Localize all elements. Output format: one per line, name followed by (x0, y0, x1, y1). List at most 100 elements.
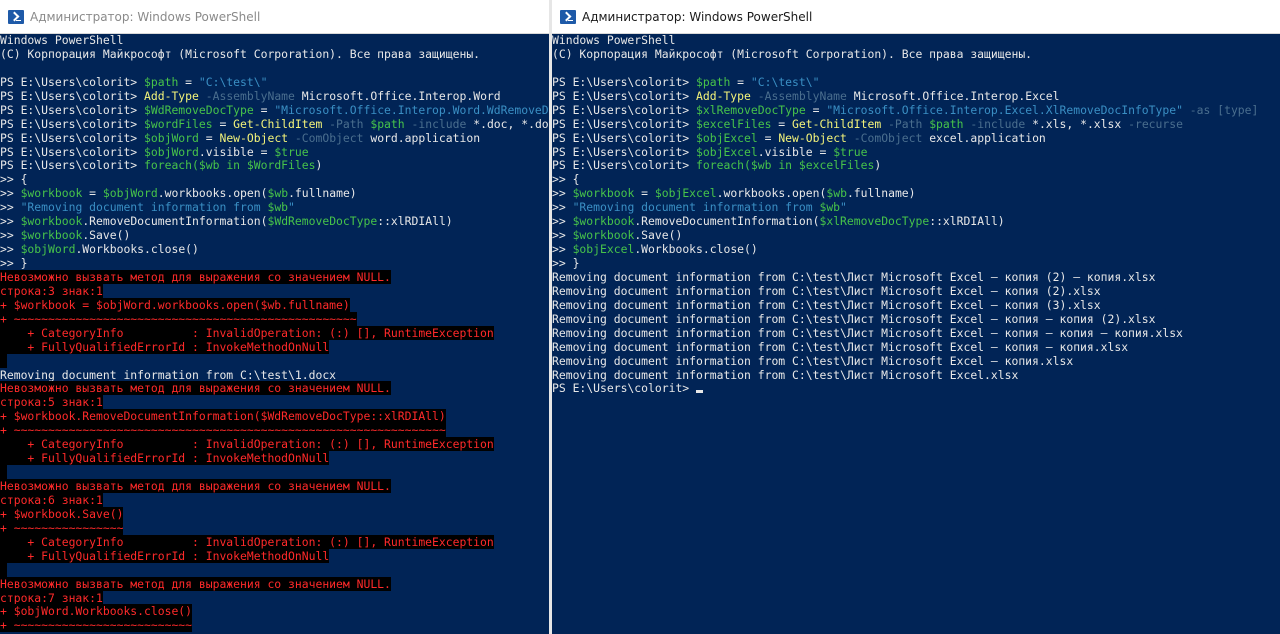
console-line: + $workbook.Save() (0, 506, 551, 522)
console-text: PS E:\Users\colorit> (552, 74, 697, 89)
console-text: $objExcel (696, 144, 758, 159)
window-title: Администратор: Windows PowerShell (582, 9, 813, 24)
console-text: -Path (322, 116, 371, 131)
console-text: PS E:\Users\colorit> (0, 116, 145, 131)
console-text (0, 465, 7, 480)
console-line: Removing document information from C:\te… (0, 368, 551, 383)
console-line: Windows PowerShell (552, 33, 1280, 48)
console-text: PS E:\Users\colorit> (0, 158, 145, 173)
console-text: + $objWord.Workbooks.close() (0, 604, 193, 619)
console-text: $objExcel (654, 186, 717, 201)
powershell-window-right[interactable]: Администратор: Windows PowerShell Window… (552, 0, 1280, 634)
console-text: $path (929, 116, 964, 131)
console-line: (С) Корпорация Майкрософт (Microsoft Cor… (552, 47, 1280, 62)
console-text: ) (874, 158, 882, 173)
console-line: PS E:\Users\colorit> Add-Type -AssemblyN… (552, 88, 1280, 104)
console-text: $wb in $WordFiles (198, 158, 316, 173)
console-text: + FullyQualifiedErrorId : InvokeMethodOn… (0, 451, 330, 466)
console-line: + CategoryInfo : InvalidOperation: (:) [… (0, 325, 551, 341)
console-line: >> } (552, 256, 1280, 271)
console-line: + $workbook = $objWord.workbooks.open($w… (0, 297, 551, 313)
console-text: .workbooks.open( (716, 186, 827, 201)
console-text: >> } (0, 256, 28, 270)
console-text: .RemoveDocumentInformation( (82, 214, 268, 229)
console-line: + CategoryInfo : InvalidOperation: (:) [… (0, 534, 551, 550)
console-text: = (805, 102, 827, 117)
console-text: PS E:\Users\colorit> (0, 88, 145, 103)
console-text: = (82, 186, 103, 201)
powershell-icon (560, 9, 576, 24)
console-line: строка:6 знак:1 (0, 492, 551, 508)
title-bar[interactable]: Администратор: Windows PowerShell (0, 0, 551, 34)
console-line (0, 353, 551, 369)
console-text: + CategoryInfo : InvalidOperation: (:) [… (0, 437, 494, 452)
console-line: + $workbook.RemoveDocumentInformation($W… (0, 409, 551, 424)
console-text: $path (696, 74, 731, 89)
console-line: PS E:\Users\colorit> foreach($wb in $Wor… (0, 158, 551, 173)
console-line: >> "Removing document information from $… (552, 200, 1280, 215)
console-text: PS E:\Users\colorit> (0, 130, 145, 145)
console-text: + FullyQualifiedErrorId : InvokeMethodOn… (0, 339, 330, 354)
console-text: + ~~~~~~~~~~~~~~~~ (0, 520, 124, 535)
console-text: PS E:\Users\colorit> (552, 144, 697, 159)
console-line: >> $objExcel.Workbooks.close() (552, 242, 1280, 257)
console-text: -AssemblyName (750, 88, 847, 103)
console-text: $WdRemoveDocType (267, 214, 378, 229)
console-text: >> (0, 200, 21, 215)
console-text: (С) Корпорация Майкрософт (Microsoft Cor… (0, 46, 481, 61)
console-text: строка:6 знак:1 (0, 492, 103, 507)
console-text: Windows PowerShell (552, 33, 676, 47)
console-text: $xlRemoveDocType (819, 214, 930, 229)
console-text: Removing document information from C:\te… (552, 339, 1129, 354)
console-text: -include (963, 116, 1026, 131)
console-text: = (730, 74, 751, 89)
console-text: $wordFiles (144, 116, 213, 131)
console-text: = (771, 116, 793, 131)
console-text: $workbook (572, 228, 635, 243)
console-line: + $objWord.Workbooks.close() (0, 604, 551, 619)
console-text: >> (552, 200, 573, 215)
console-text: *.xls, *.xlsx (1025, 116, 1129, 131)
console-line: строка:7 знак:1 (0, 590, 551, 606)
powershell-icon (8, 9, 24, 24)
console-line: строка:3 знак:1 (0, 283, 551, 299)
console-text: foreach( (696, 158, 751, 173)
console-line: Windows PowerShell (0, 33, 551, 48)
console-text: Removing document information from C:\te… (552, 353, 1074, 368)
console-text: excel.application (922, 130, 1046, 145)
console-line: PS E:\Users\colorit> $path = "C:\test\" (552, 74, 1280, 90)
console-text: >> (552, 186, 573, 201)
console-text: Microsoft.Office.Interop.Excel (846, 88, 1060, 103)
window-title: Администратор: Windows PowerShell (30, 9, 261, 24)
console-line: Removing document information from C:\te… (552, 269, 1280, 285)
console-text: >> (552, 214, 573, 229)
console-text: строка:7 знак:1 (0, 590, 103, 605)
console-line: >> $workbook.RemoveDocumentInformation($… (0, 214, 551, 229)
console-text: >> (552, 242, 573, 257)
console-text: -ComObject (846, 130, 923, 145)
console-text: >> (0, 214, 21, 229)
console-output[interactable]: Windows PowerShell (С) Корпорация Майкрос… (552, 33, 1280, 396)
console-text (0, 562, 7, 577)
console-text: $objWord (144, 130, 199, 145)
console-text: + ~~~~~~~~~~~~~~~~~~~~~~~~~~~~~~~~~~~~~~… (0, 423, 446, 438)
console-text: Get-ChildItem (792, 116, 882, 131)
console-text: $true (833, 144, 868, 159)
console-text: + FullyQualifiedErrorId : InvokeMethodOn… (0, 548, 330, 563)
console-text: = (634, 186, 655, 201)
console-line: + FullyQualifiedErrorId : InvokeMethodOn… (0, 339, 551, 355)
console-line: + FullyQualifiedErrorId : InvokeMethodOn… (0, 548, 551, 564)
console-line: Невозможно вызвать метод для выражения с… (0, 576, 551, 592)
console-text: PS E:\Users\colorit> (552, 102, 697, 117)
title-bar[interactable]: Администратор: Windows PowerShell (552, 0, 1280, 34)
console-text: $wb in $excelFiles (750, 158, 875, 173)
console-line: + FullyQualifiedErrorId : InvokeMethodOn… (0, 451, 551, 466)
console-line: >> $workbook = $objExcel.workbooks.open(… (552, 186, 1280, 201)
console-output[interactable]: Windows PowerShell (С) Корпорация Майкрос… (0, 33, 551, 633)
console-text: Removing document information from C:\te… (552, 269, 1156, 284)
powershell-window-left[interactable]: Администратор: Windows PowerShell Window… (0, 0, 551, 634)
console-text: >> (0, 186, 21, 201)
console-text: = (178, 74, 199, 89)
console-line: PS E:\Users\colorit> $objExcel = New-Obj… (552, 130, 1280, 146)
